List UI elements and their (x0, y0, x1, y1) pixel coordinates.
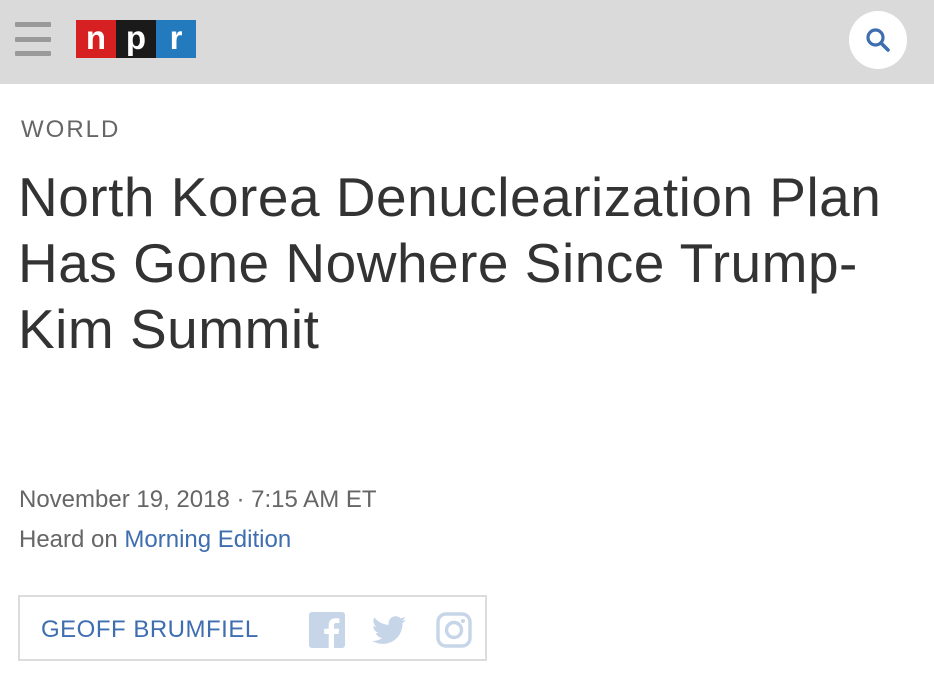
top-nav-bar: n p r (0, 0, 934, 84)
search-button[interactable] (849, 11, 907, 69)
instagram-icon[interactable] (436, 612, 472, 648)
hamburger-menu-icon[interactable] (15, 22, 51, 56)
facebook-icon[interactable] (309, 612, 345, 648)
logo-letter-p: p (116, 20, 156, 58)
program-link[interactable]: Morning Edition (124, 526, 291, 553)
publish-date: November 19, 2018 · 7:15 AM ET (19, 486, 377, 513)
menu-line (15, 36, 51, 42)
byline-box: GEOFF BRUMFIEL (18, 595, 487, 661)
search-icon (866, 28, 890, 52)
author-link[interactable]: GEOFF BRUMFIEL (41, 616, 259, 644)
npr-logo[interactable]: n p r (76, 20, 196, 58)
logo-letter-r: r (156, 20, 196, 58)
logo-letter-n: n (76, 20, 116, 58)
menu-line (15, 51, 51, 56)
section-slug[interactable]: WORLD (21, 116, 120, 144)
menu-line (15, 22, 51, 27)
twitter-icon[interactable] (371, 612, 407, 648)
article-title: North Korea Denuclearization Plan Has Go… (18, 166, 882, 360)
heard-on-line: Heard on Morning Edition (19, 526, 291, 554)
heard-on-label: Heard on (19, 526, 118, 553)
